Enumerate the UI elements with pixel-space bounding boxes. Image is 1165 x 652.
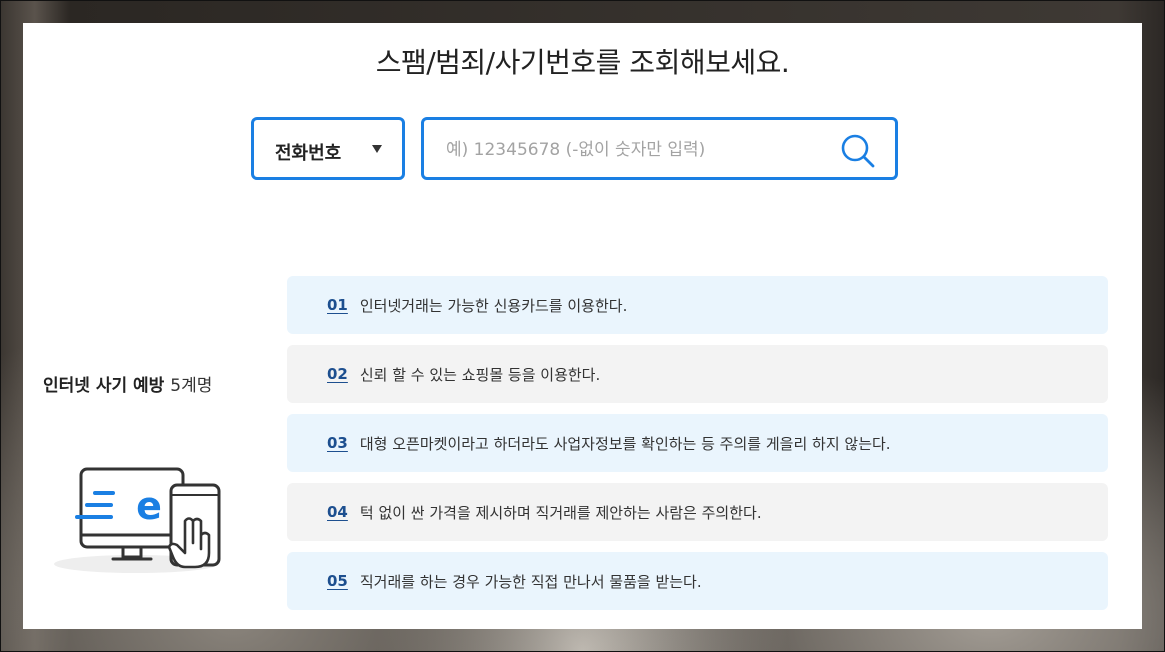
tip-number: 03 xyxy=(327,434,348,452)
search-box xyxy=(421,117,898,180)
tip-text: 신뢰 할 수 있는 쇼핑몰 등을 이용한다. xyxy=(359,365,601,384)
list-item: 03 대형 오픈마켓이라고 하더라도 사업자정보를 확인하는 등 주의를 게을리… xyxy=(287,414,1108,472)
tip-number: 02 xyxy=(327,365,348,383)
content-panel: 스팸/범죄/사기번호를 조회해보세요. 전화번호 인터넷 사기 예방 5계명 xyxy=(23,23,1142,629)
tip-text: 인터넷거래는 가능한 신용카드를 이용한다. xyxy=(359,296,628,315)
tip-number: 04 xyxy=(327,503,348,521)
svg-text:e: e xyxy=(136,484,162,528)
section-title-text: 인터넷 사기 예방 xyxy=(43,376,165,396)
list-item: 01 인터넷거래는 가능한 신용카드를 이용한다. xyxy=(287,276,1108,334)
search-type-value: 전화번호 xyxy=(275,143,342,164)
section-title-count: 5계명 xyxy=(170,376,213,396)
list-item: 02 신뢰 할 수 있는 쇼핑몰 등을 이용한다. xyxy=(287,345,1108,403)
tip-number: 05 xyxy=(327,572,348,590)
search-icon[interactable] xyxy=(839,132,877,170)
tip-number: 01 xyxy=(327,296,348,314)
section-title: 인터넷 사기 예방 5계명 xyxy=(43,371,212,396)
computer-phone-e-icon: e xyxy=(53,461,223,576)
page-title: 스팸/범죄/사기번호를 조회해보세요. xyxy=(375,46,790,79)
search-type-select[interactable]: 전화번호 xyxy=(251,117,405,180)
tip-text: 직거래를 하는 경우 가능한 직접 만나서 물품을 받는다. xyxy=(359,572,702,591)
list-item: 05 직거래를 하는 경우 가능한 직접 만나서 물품을 받는다. xyxy=(287,552,1108,610)
search-input[interactable] xyxy=(444,134,828,166)
tip-text: 대형 오픈마켓이라고 하더라도 사업자정보를 확인하는 등 주의를 게을리 하지… xyxy=(359,434,891,453)
list-item: 04 턱 없이 싼 가격을 제시하며 직거래를 제안하는 사람은 주의한다. xyxy=(287,483,1108,541)
triangle-down-icon xyxy=(372,145,382,153)
tip-list: 01 인터넷거래는 가능한 신용카드를 이용한다. 02 신뢰 할 수 있는 쇼… xyxy=(287,276,1108,621)
tip-text: 턱 없이 싼 가격을 제시하며 직거래를 제안하는 사람은 주의한다. xyxy=(359,503,762,522)
